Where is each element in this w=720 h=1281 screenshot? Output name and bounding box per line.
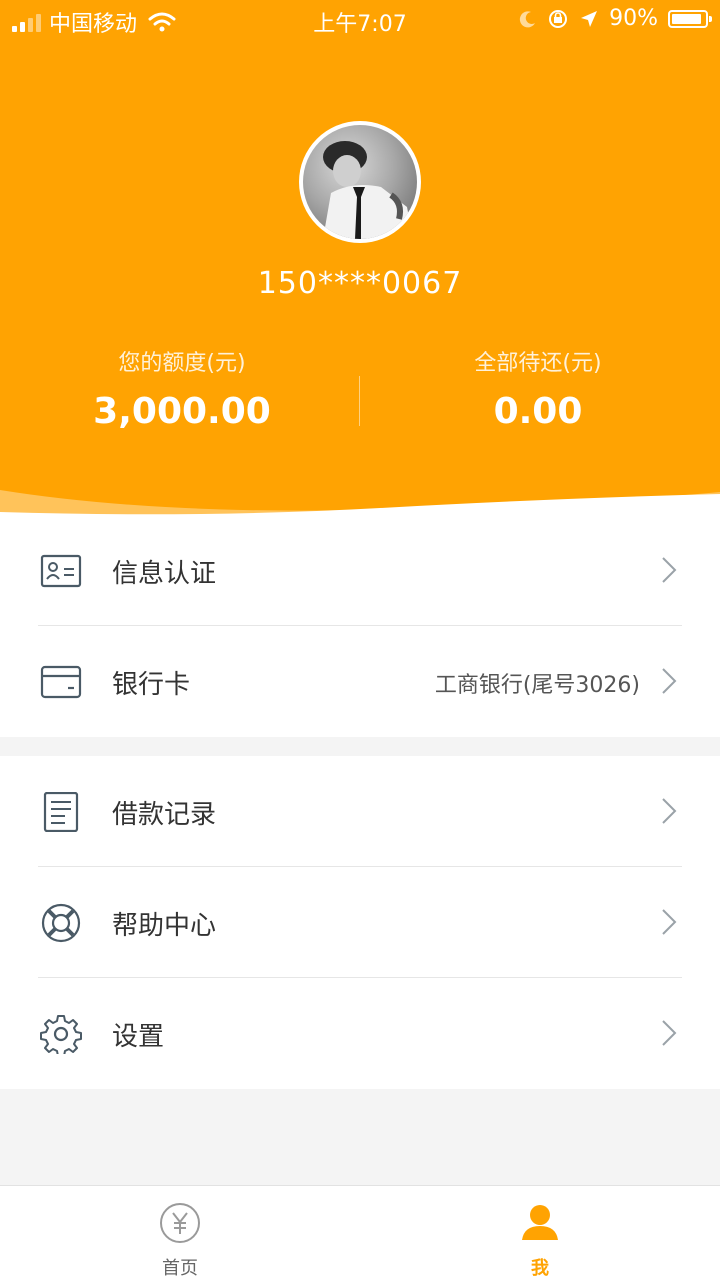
yen-icon [160,1203,200,1243]
tab-home-label: 首页 [162,1258,198,1279]
location-icon [581,10,598,27]
chevron-right-icon [662,798,677,824]
menu-item-bank-card[interactable]: 银行卡 工商银行(尾号3026) [0,626,720,737]
menu-label-loan-records: 借款记录 [112,800,217,830]
menu-item-info-auth[interactable]: 信息认证 [0,515,720,626]
amount-due: 全部待还(元) 0.00 [388,345,688,432]
chevron-right-icon [662,557,677,583]
menu-item-settings[interactable]: 设置 [0,978,720,1089]
menu-item-loan-records[interactable]: 借款记录 [0,756,720,867]
lifebuoy-icon [41,903,81,943]
chevron-right-icon [662,909,677,935]
header-wave [0,490,720,520]
profile-header: 中国移动 上午7:07 90% 150****0067 您的额度(元) 3,00… [0,0,720,520]
battery-percent: 90% [609,6,658,31]
credit-limit-value: 3,000.00 [93,391,271,432]
gear-icon [40,1015,82,1054]
credit-limit-label: 您的额度(元) [118,351,246,376]
menu-label-help-center: 帮助中心 [112,911,217,941]
tab-me[interactable]: 我 [360,1186,720,1281]
service-group: 借款记录 帮助中心 设置 [0,756,720,1089]
document-icon [43,792,79,832]
menu-item-help-center[interactable]: 帮助中心 [0,867,720,978]
bank-card-detail: 工商银行(尾号3026) [434,673,640,698]
tab-me-label: 我 [531,1258,549,1279]
menu-label-info-auth: 信息认证 [112,559,217,589]
tab-home[interactable]: 首页 [0,1186,360,1281]
id-card-icon [40,554,82,588]
chevron-right-icon [662,668,677,694]
rotation-lock-icon [549,9,568,28]
stat-divider [359,376,360,426]
account-group: 信息认证 银行卡 工商银行(尾号3026) [0,515,720,737]
moon-icon [519,10,536,27]
status-bar: 中国移动 上午7:07 90% [0,0,720,40]
user-icon [522,1205,558,1240]
chevron-right-icon [662,1020,677,1046]
amount-due-label: 全部待还(元) [474,351,602,376]
battery-icon [668,9,712,28]
credit-limit: 您的额度(元) 3,000.00 [32,345,332,432]
bank-card-icon [40,665,82,699]
avatar[interactable] [299,121,421,243]
phone-number: 150****0067 [257,266,463,301]
tab-bar: 首页 我 [0,1185,720,1281]
amount-due-value: 0.00 [493,391,583,432]
menu-label-settings: 设置 [112,1022,165,1052]
menu-label-bank-card: 银行卡 [112,670,191,700]
